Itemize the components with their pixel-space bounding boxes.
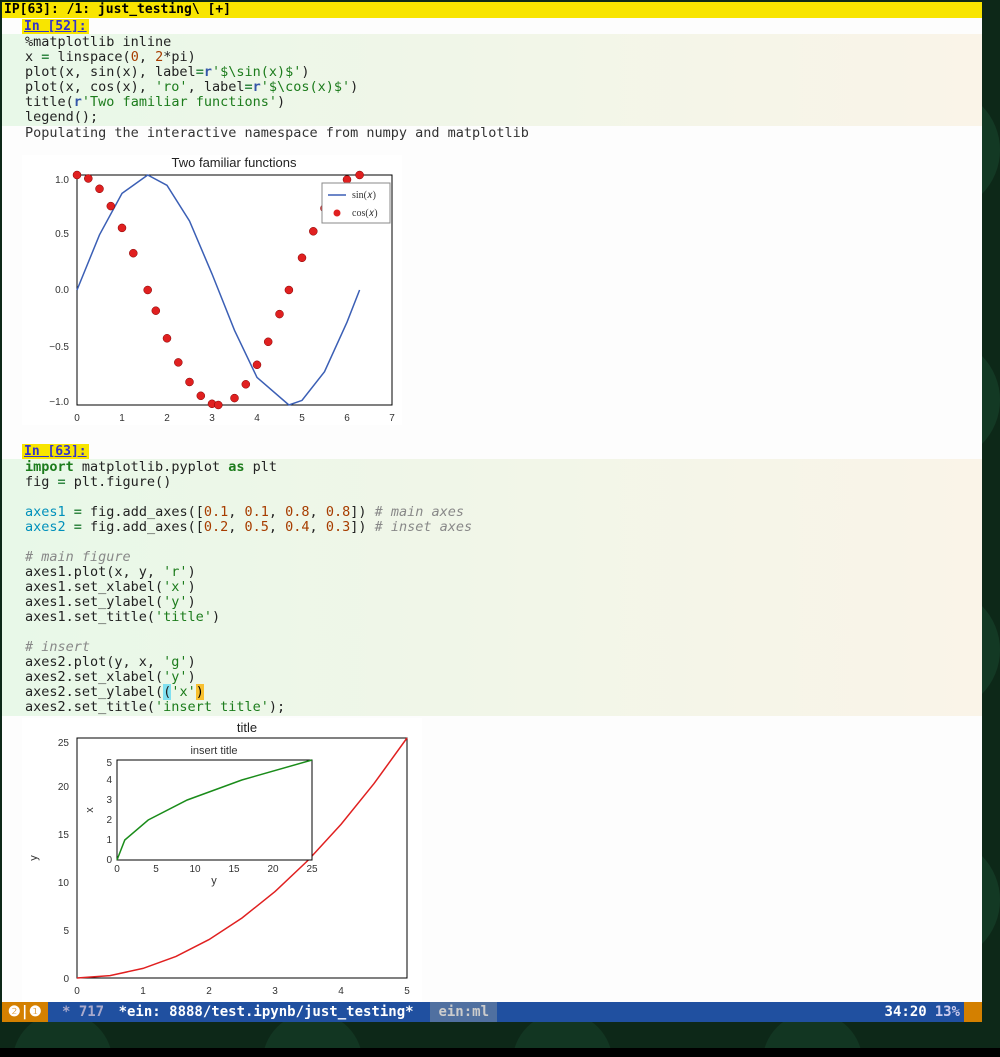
svg-text:7: 7 (389, 413, 395, 424)
cell2-code[interactable]: import matplotlib.pyplot as plt fig = pl… (2, 459, 982, 716)
svg-text:4: 4 (106, 775, 112, 786)
svg-text:1: 1 (119, 413, 125, 424)
minibuffer[interactable] (0, 1048, 1000, 1057)
svg-text:y: y (28, 855, 40, 861)
svg-text:25: 25 (58, 738, 70, 749)
modeline-buffer-name: *ein: 8888/test.ipynb/just_testing* (119, 1002, 414, 1022)
svg-text:0: 0 (63, 974, 69, 985)
svg-text:x: x (84, 807, 96, 813)
svg-text:1.0: 1.0 (55, 175, 69, 186)
svg-text:cos(𝑥): cos(𝑥) (352, 208, 378, 219)
svg-text:5: 5 (404, 986, 410, 997)
cell1-output: Populating the interactive namespace fro… (2, 126, 982, 141)
svg-text:6: 6 (344, 413, 350, 424)
svg-text:4: 4 (338, 986, 344, 997)
svg-text:5: 5 (63, 926, 69, 937)
svg-text:25: 25 (306, 864, 318, 875)
svg-text:15: 15 (228, 864, 240, 875)
svg-text:0: 0 (114, 864, 120, 875)
svg-text:0: 0 (74, 413, 80, 424)
svg-text:15: 15 (58, 830, 70, 841)
svg-text:y: y (211, 875, 217, 887)
svg-text:2: 2 (206, 986, 212, 997)
svg-text:1: 1 (106, 835, 112, 846)
modeline-mode: ein:ml (430, 1002, 497, 1022)
svg-text:10: 10 (58, 878, 70, 889)
svg-text:1: 1 (140, 986, 146, 997)
header-bar: IP[63]: /1: just_testing\ [+] (2, 2, 982, 18)
modeline-position: 34:20 (881, 1002, 931, 1022)
modeline: ❷|❶ * 717 *ein: 8888/test.ipynb/just_tes… (2, 1002, 982, 1022)
editor-panel: IP[63]: /1: just_testing\ [+] In [52]: %… (2, 2, 982, 1022)
chart-two-functions: 0 1 2 3 4 5 6 7 −1.0 −0.5 0.0 0.5 1.0 (22, 155, 402, 425)
svg-text:20: 20 (267, 864, 279, 875)
svg-text:5: 5 (106, 758, 112, 769)
svg-text:2: 2 (164, 413, 170, 424)
svg-text:5: 5 (153, 864, 159, 875)
svg-text:0.0: 0.0 (55, 285, 69, 296)
svg-text:0: 0 (106, 855, 112, 866)
svg-text:0.5: 0.5 (55, 229, 69, 240)
svg-text:Two familiar functions: Two familiar functions (172, 155, 297, 170)
chart-title-inset: title 0 1 2 3 4 5 0 5 10 15 20 25 (22, 718, 422, 1008)
svg-text:10: 10 (189, 864, 201, 875)
cell2-prompt: In [63]: (22, 444, 89, 459)
svg-text:3: 3 (106, 795, 112, 806)
cell1-code[interactable]: %matplotlib inline x = linspace(0, 2*pi)… (2, 34, 982, 126)
svg-text:title: title (237, 720, 257, 735)
cell1-prompt: In [52]: (22, 19, 89, 34)
svg-text:sin(𝑥): sin(𝑥) (352, 190, 376, 201)
svg-text:3: 3 (209, 413, 215, 424)
svg-text:0: 0 (74, 986, 80, 997)
svg-text:2: 2 (106, 815, 112, 826)
svg-text:4: 4 (254, 413, 260, 424)
svg-text:−1.0: −1.0 (49, 397, 69, 408)
modeline-percent: 13% (931, 1002, 964, 1022)
svg-text:insert title: insert title (190, 745, 237, 757)
modeline-indicator: ❷|❶ (2, 1002, 48, 1022)
svg-text:20: 20 (58, 782, 70, 793)
svg-text:5: 5 (299, 413, 305, 424)
svg-text:3: 3 (272, 986, 278, 997)
svg-text:−0.5: −0.5 (49, 342, 69, 353)
